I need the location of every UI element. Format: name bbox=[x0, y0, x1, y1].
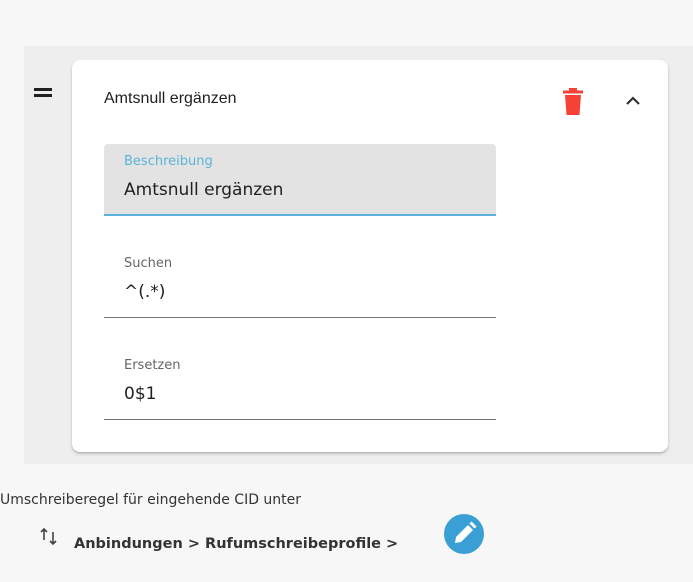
rule-title: Amtsnull ergänzen bbox=[104, 90, 237, 107]
description-value: Amtsnull ergänzen bbox=[124, 180, 284, 200]
rule-card: Amtsnull ergänzen Beschreibung Amtsnull … bbox=[72, 60, 668, 452]
replace-label: Ersetzen bbox=[124, 358, 181, 373]
description-field[interactable]: Beschreibung Amtsnull ergänzen bbox=[104, 144, 496, 216]
drag-handle-icon[interactable] bbox=[34, 88, 52, 98]
collapse-button[interactable] bbox=[622, 90, 644, 112]
search-label: Suchen bbox=[124, 256, 173, 271]
sort-arrows-icon bbox=[40, 527, 57, 546]
replace-field[interactable]: Ersetzen 0$1 bbox=[104, 348, 496, 420]
rule-description-text: Umschreiberegel für eingehende CID unter bbox=[0, 492, 302, 508]
breadcrumb-path: Anbindungen > Rufumschreibeprofile > bbox=[74, 536, 399, 552]
replace-value: 0$1 bbox=[124, 384, 157, 404]
pencil-icon bbox=[455, 521, 477, 543]
delete-button[interactable] bbox=[562, 88, 584, 116]
search-field[interactable]: Suchen ^(.*) bbox=[104, 246, 496, 318]
chevron-up-icon bbox=[626, 96, 640, 105]
edit-button[interactable] bbox=[444, 514, 484, 554]
search-value: ^(.*) bbox=[124, 282, 166, 302]
description-label: Beschreibung bbox=[124, 154, 213, 169]
rule-panel: Amtsnull ergänzen Beschreibung Amtsnull … bbox=[24, 46, 693, 464]
trash-icon bbox=[563, 88, 583, 115]
